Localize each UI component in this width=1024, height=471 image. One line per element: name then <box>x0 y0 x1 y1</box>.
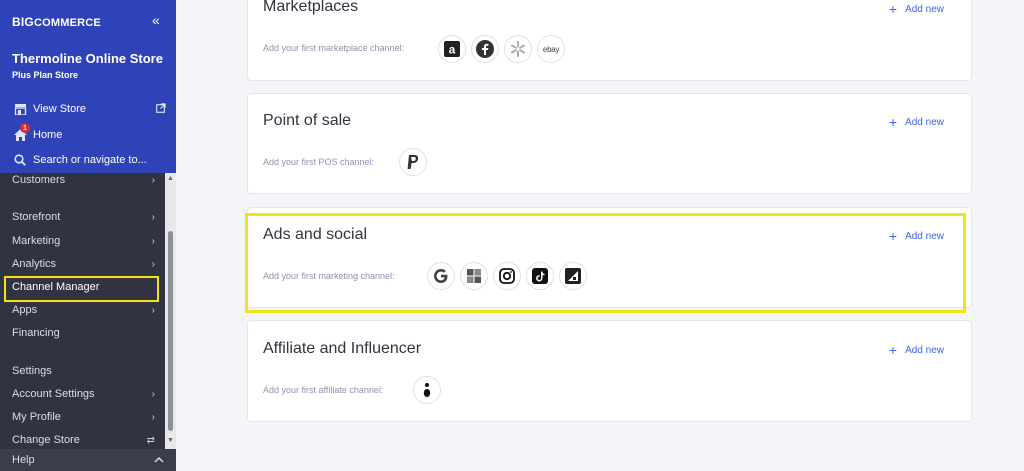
switch-icon: ⇄ <box>146 434 155 446</box>
channel-icons <box>413 376 441 404</box>
search-icon <box>12 154 28 166</box>
plus-icon: + <box>888 342 898 358</box>
search-placeholder: Search or navigate to... <box>33 154 147 166</box>
chevron-up-icon <box>154 454 164 466</box>
chevron-right-icon: › <box>151 388 155 400</box>
card-prompt: Add your first POS channel: <box>263 157 375 167</box>
sidebar-header: BIGCOMMERCE « Thermoline Online Store Pl… <box>0 0 176 173</box>
nav-financing[interactable]: Financing <box>12 324 157 342</box>
affiliate-icon[interactable] <box>413 376 441 404</box>
nav-account-settings[interactable]: Account Settings › <box>12 385 157 403</box>
plus-icon: + <box>888 114 898 130</box>
chevron-right-icon: › <box>151 304 155 316</box>
svg-text:a: a <box>449 43 456 57</box>
sidebar-scrollbar[interactable]: ▲ ▼ <box>165 173 176 449</box>
add-new-affiliate-button[interactable]: + Add new <box>889 343 944 357</box>
scroll-up-arrow-icon[interactable]: ▲ <box>167 175 174 182</box>
notification-badge: 1 <box>20 123 30 133</box>
affiliate-influencer-card: Affiliate and Influencer + Add new Add yo… <box>247 320 972 422</box>
chevron-right-icon: › <box>151 258 155 270</box>
sidebar: BIGCOMMERCE « Thermoline Online Store Pl… <box>0 0 176 471</box>
nav-my-profile[interactable]: My Profile › <box>12 408 157 426</box>
help-button[interactable]: Help <box>0 449 176 471</box>
chevron-right-icon: › <box>151 411 155 423</box>
nav-customers[interactable]: Customers › <box>12 171 157 189</box>
external-link-icon[interactable] <box>156 103 166 116</box>
storefront-icon <box>12 103 28 115</box>
card-prompt: Add your first affiliate channel: <box>263 385 384 395</box>
nav-change-store[interactable]: Change Store ⇄ <box>12 431 157 449</box>
ads-and-social-highlight <box>245 213 966 313</box>
chevron-right-icon: › <box>151 211 155 223</box>
nav-apps[interactable]: Apps › <box>12 301 157 319</box>
facebook-icon[interactable] <box>471 35 499 63</box>
plus-icon: + <box>888 1 898 17</box>
scroll-thumb[interactable] <box>168 231 173 431</box>
nav-marketing[interactable]: Marketing › <box>12 232 157 250</box>
home-label: Home <box>33 129 63 141</box>
store-name: Thermoline Online Store <box>12 51 163 66</box>
view-store-label: View Store <box>33 103 86 115</box>
amazon-icon[interactable]: a <box>438 35 466 63</box>
scroll-down-arrow-icon[interactable]: ▼ <box>167 437 174 444</box>
store-plan: Plus Plan Store <box>12 70 79 80</box>
point-of-sale-card: Point of sale + Add new Add your first PO… <box>247 93 972 194</box>
ebay-icon[interactable]: ebay <box>537 35 565 63</box>
channel-icons: a ebay <box>438 35 565 63</box>
collapse-sidebar-button[interactable]: « <box>152 12 160 28</box>
card-title: Point of sale <box>263 112 352 129</box>
card-prompt: Add your first marketplace channel: <box>263 43 405 53</box>
paypal-icon[interactable] <box>399 148 427 176</box>
search-navigate[interactable]: Search or navigate to... <box>12 151 147 169</box>
chevron-right-icon: › <box>151 235 155 247</box>
nav-settings[interactable]: Settings <box>12 362 157 380</box>
nav-analytics[interactable]: Analytics › <box>12 255 157 273</box>
channel-icons <box>399 148 427 176</box>
add-new-marketplace-button[interactable]: + Add new <box>889 2 944 16</box>
card-title: Affiliate and Influencer <box>263 340 422 357</box>
view-store-link[interactable]: View Store <box>12 100 86 118</box>
chevron-right-icon: › <box>151 174 155 186</box>
walmart-icon[interactable] <box>504 35 532 63</box>
marketplaces-card: Marketplaces + Add new Add your first mar… <box>247 0 972 81</box>
card-title: Marketplaces <box>263 0 359 15</box>
ebay-text: ebay <box>542 44 560 54</box>
nav-storefront[interactable]: Storefront › <box>12 208 157 226</box>
channel-manager-highlight <box>4 276 159 302</box>
bigcommerce-logo[interactable]: BIGCOMMERCE <box>12 15 101 29</box>
add-new-pos-button[interactable]: + Add new <box>889 115 944 129</box>
